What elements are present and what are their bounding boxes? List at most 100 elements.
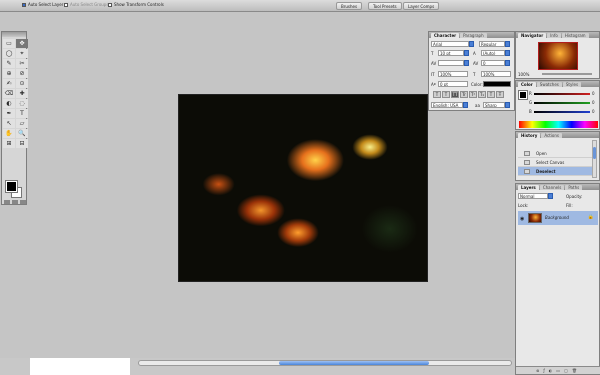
- tab-layer-comps[interactable]: Layer Comps: [403, 2, 440, 10]
- tool-button[interactable]: ✋: [3, 129, 15, 138]
- blue-slider[interactable]: [534, 111, 590, 113]
- tool-button[interactable]: ⌫: [3, 89, 15, 98]
- chevron-down-icon[interactable]: [505, 41, 510, 47]
- tool-button[interactable]: ✒: [3, 109, 15, 118]
- tool-button[interactable]: ▱: [16, 119, 28, 128]
- link-layers-icon[interactable]: ⊗: [536, 368, 539, 373]
- tool-button[interactable]: ⊙: [16, 79, 28, 88]
- scroll-thumb[interactable]: [279, 361, 429, 365]
- tab-paragraph[interactable]: Paragraph: [460, 33, 487, 38]
- tab-navigator[interactable]: Navigator: [518, 33, 547, 38]
- font-family-select[interactable]: Arial: [431, 41, 469, 47]
- kerning-field[interactable]: [438, 60, 464, 66]
- tool-button[interactable]: ⊘: [16, 69, 28, 78]
- chevron-down-icon[interactable]: [463, 102, 468, 108]
- tab-brushes[interactable]: Brushes: [336, 2, 363, 10]
- font-size-field[interactable]: 10 pt: [438, 50, 464, 56]
- text-color-swatch[interactable]: [483, 81, 511, 87]
- full-screen-icon[interactable]: [20, 200, 26, 204]
- vertical-scale-field[interactable]: 100%: [438, 71, 468, 77]
- tool-button[interactable]: 🔍: [16, 129, 28, 138]
- tool-button[interactable]: ⊕: [3, 69, 15, 78]
- tool-button[interactable]: ⌖: [16, 49, 28, 58]
- zoom-slider[interactable]: [542, 73, 592, 75]
- layer-style-icon[interactable]: ƒ: [543, 368, 544, 373]
- horizontal-scale-field[interactable]: 100%: [481, 71, 511, 77]
- history-item[interactable]: Open: [518, 149, 592, 158]
- anti-alias-select[interactable]: Sharp: [483, 102, 505, 108]
- chevron-down-icon[interactable]: [464, 50, 469, 56]
- foreground-color-swatch[interactable]: [5, 180, 18, 193]
- scroll-thumb[interactable]: [593, 147, 596, 159]
- chevron-down-icon[interactable]: [469, 41, 474, 47]
- tool-button[interactable]: ⊟: [16, 139, 28, 148]
- baseline-shift-field[interactable]: 0 pt: [438, 81, 468, 87]
- tab-paths[interactable]: Paths: [565, 185, 583, 190]
- chevron-down-icon[interactable]: [505, 50, 510, 56]
- tracking-field[interactable]: 0: [481, 60, 505, 66]
- channel-value[interactable]: 0: [592, 109, 595, 114]
- tool-button[interactable]: ✎: [3, 59, 15, 68]
- auto-select-groups-checkbox[interactable]: Auto Select Groups: [64, 2, 108, 8]
- zoom-value[interactable]: 100%: [518, 72, 529, 77]
- strikethrough-button[interactable]: Ŧ: [496, 91, 504, 98]
- tab-channels[interactable]: Channels: [539, 185, 565, 190]
- tool-button[interactable]: ✍: [3, 79, 15, 88]
- tab-styles[interactable]: Styles: [562, 82, 582, 87]
- tab-history[interactable]: History: [518, 133, 541, 138]
- chevron-down-icon[interactable]: [464, 60, 469, 66]
- adjustment-layer-icon[interactable]: ◐: [549, 368, 553, 373]
- tab-info[interactable]: Info: [547, 33, 561, 38]
- tab-actions[interactable]: Actions: [541, 133, 562, 138]
- tool-button[interactable]: ◯: [3, 49, 15, 58]
- tab-histogram[interactable]: Histogram: [561, 33, 589, 38]
- eye-icon[interactable]: ◉: [520, 216, 524, 222]
- history-item[interactable]: Select Canvas: [518, 158, 592, 167]
- language-select[interactable]: English: USA: [431, 102, 463, 108]
- auto-select-layer-checkbox[interactable]: Auto Select Layer: [22, 2, 63, 8]
- new-layer-icon[interactable]: ▢: [564, 368, 568, 373]
- all-caps-button[interactable]: TT: [451, 91, 459, 98]
- tab-character[interactable]: Character: [431, 33, 460, 38]
- chevron-down-icon[interactable]: [505, 102, 510, 108]
- channel-value[interactable]: 0: [592, 91, 595, 96]
- underline-button[interactable]: T: [487, 91, 495, 98]
- faux-bold-button[interactable]: T: [433, 91, 441, 98]
- tool-button[interactable]: ✥: [16, 39, 28, 48]
- tab-layers[interactable]: Layers: [518, 185, 539, 190]
- font-style-select[interactable]: Regular: [479, 41, 505, 47]
- tab-swatches[interactable]: Swatches: [536, 82, 562, 87]
- faux-italic-button[interactable]: T: [442, 91, 450, 98]
- red-slider[interactable]: [534, 93, 590, 95]
- leading-field[interactable]: (Auto): [481, 50, 505, 56]
- green-slider[interactable]: [534, 102, 590, 104]
- tool-button[interactable]: ↖: [3, 119, 15, 128]
- document-canvas[interactable]: [178, 94, 428, 282]
- quick-mask-icon[interactable]: [4, 200, 10, 204]
- small-caps-button[interactable]: Tr: [460, 91, 468, 98]
- tool-button[interactable]: T: [16, 109, 28, 118]
- layer-row-background[interactable]: ◉ Background 🔒: [518, 211, 598, 225]
- horizontal-scrollbar[interactable]: [138, 360, 512, 366]
- show-transform-controls-checkbox[interactable]: Show Transform Controls: [108, 2, 164, 8]
- subscript-button[interactable]: T₁: [478, 91, 486, 98]
- history-scrollbar[interactable]: [592, 140, 597, 178]
- color-spectrum-bar[interactable]: [519, 121, 598, 128]
- tab-tool-presets[interactable]: Tool Presets: [368, 2, 402, 10]
- tool-button[interactable]: ✂: [16, 59, 28, 68]
- tab-color[interactable]: Color: [518, 82, 536, 87]
- tool-button[interactable]: ◐: [3, 99, 15, 108]
- navigator-thumbnail[interactable]: [538, 42, 578, 70]
- trash-icon[interactable]: 🗑: [572, 368, 577, 373]
- current-color-swatch[interactable]: [518, 90, 528, 100]
- tool-button[interactable]: ✚: [16, 89, 28, 98]
- history-item-selected[interactable]: Deselect: [518, 167, 592, 176]
- tool-button[interactable]: ◌: [16, 99, 28, 108]
- superscript-button[interactable]: T¹: [469, 91, 477, 98]
- tool-button[interactable]: ⊞: [3, 139, 15, 148]
- channel-value[interactable]: 0: [592, 100, 595, 105]
- blend-mode-select[interactable]: Normal: [518, 193, 548, 199]
- tool-button[interactable]: ▭: [3, 39, 15, 48]
- standard-screen-icon[interactable]: [12, 200, 18, 204]
- new-group-icon[interactable]: ▭: [556, 368, 560, 373]
